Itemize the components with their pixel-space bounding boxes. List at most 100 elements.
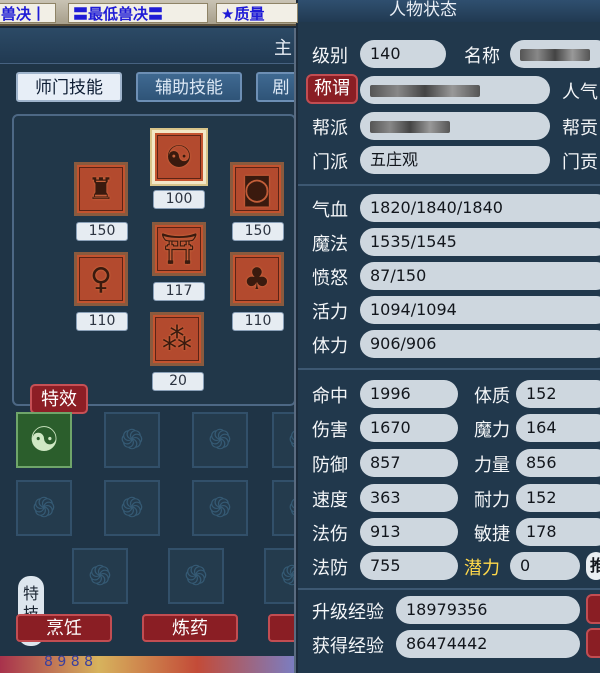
name-value bbox=[510, 40, 600, 68]
banner-item: 〓最低兽决〓 bbox=[68, 3, 208, 23]
magic-defense-label: 法防 bbox=[312, 558, 348, 579]
more-life-skill-button[interactable] bbox=[268, 614, 294, 642]
anger-value: 87/150 bbox=[360, 262, 600, 290]
skills-panel: 主 师门技能 辅助技能 剧 ☯ 100 ♜ 150 ◙ 150 ⛩ 117 ♀ … bbox=[0, 28, 296, 673]
tab-assist-skills-label: 辅助技能 bbox=[155, 78, 223, 98]
bell-icon: ♜ bbox=[87, 171, 115, 207]
yin-yang-square-icon: ◙ bbox=[242, 171, 272, 207]
anger-label: 愤怒 bbox=[312, 268, 348, 289]
alchemy-button[interactable]: 炼药 bbox=[142, 614, 238, 642]
announcement-banner: 兽决丨 〓最低兽决〓 ★质量 bbox=[0, 0, 298, 26]
potential-label: 潜力 bbox=[464, 558, 500, 579]
special-skill-slot[interactable] bbox=[168, 548, 224, 604]
character-status-panel: 人物状态 级别 140 名称 称谓 人气 帮派 帮贡 门派 五庄观 门贡 气血 … bbox=[298, 0, 600, 673]
upgrade-button[interactable] bbox=[586, 594, 600, 624]
skill-slot-active[interactable] bbox=[16, 412, 72, 468]
skill-level: 110 bbox=[76, 312, 128, 331]
section-divider bbox=[298, 588, 600, 590]
endurance-label: 耐力 bbox=[474, 490, 510, 511]
banner-item: 兽决丨 bbox=[0, 3, 56, 23]
school-contribution-label: 门贡 bbox=[562, 152, 598, 173]
constellation-icon: ⁂ bbox=[162, 321, 192, 357]
upgrade-exp-label: 升级经验 bbox=[312, 602, 384, 623]
strength-value: 856 bbox=[516, 449, 600, 477]
title-button[interactable]: 称谓 bbox=[306, 74, 358, 104]
tree-icon: ♣ bbox=[243, 261, 271, 297]
status-panel-header: 人物状态 bbox=[298, 0, 600, 22]
skill-level: 20 bbox=[152, 372, 204, 391]
special-skill-slot[interactable] bbox=[264, 548, 294, 604]
hp-label: 气血 bbox=[312, 200, 348, 221]
strength-label: 力量 bbox=[474, 455, 510, 476]
skill-level: 117 bbox=[153, 282, 205, 301]
skill-level: 110 bbox=[232, 312, 284, 331]
special-effects-button[interactable]: 特效 bbox=[30, 384, 88, 414]
skill-level: 150 bbox=[232, 222, 284, 241]
tab-plot-skills[interactable]: 剧 bbox=[256, 72, 294, 102]
skills-panel-header: 主 bbox=[0, 28, 294, 64]
skill-slot[interactable] bbox=[192, 412, 248, 468]
constitution-value: 152 bbox=[516, 380, 600, 408]
skill-slot[interactable] bbox=[272, 480, 294, 536]
hit-value: 1996 bbox=[360, 380, 458, 408]
hit-label: 命中 bbox=[312, 386, 348, 407]
skill-slot[interactable] bbox=[16, 480, 72, 536]
upgrade-exp-value: 18979356 bbox=[396, 596, 580, 624]
cooking-button[interactable]: 烹饪 bbox=[16, 614, 112, 642]
special-skill-slot[interactable] bbox=[72, 548, 128, 604]
agility-value: 178 bbox=[516, 518, 600, 546]
magic-damage-value: 913 bbox=[360, 518, 458, 546]
assign-points-button[interactable]: 推 bbox=[586, 552, 600, 580]
gained-exp-value: 86474442 bbox=[396, 630, 580, 658]
banner-item: ★质量 bbox=[216, 3, 298, 23]
agility-label: 敏捷 bbox=[474, 524, 510, 545]
constitution-label: 体质 bbox=[474, 386, 510, 407]
skill-slot[interactable] bbox=[272, 412, 294, 468]
skill-icon-top[interactable]: ☯ bbox=[152, 130, 206, 184]
skills-panel-title: 主 bbox=[274, 38, 292, 59]
mp-value: 1535/1545 bbox=[360, 228, 600, 256]
defense-value: 857 bbox=[360, 449, 458, 477]
level-value: 140 bbox=[360, 40, 446, 68]
stamina-value: 906/906 bbox=[360, 330, 600, 358]
bottom-strip-text: 8 9 8 8 bbox=[44, 654, 93, 670]
gate-icon: ⛩ bbox=[159, 231, 199, 267]
tab-assist-skills[interactable]: 辅助技能 bbox=[136, 72, 242, 102]
magic-defense-value: 755 bbox=[360, 552, 458, 580]
name-label: 名称 bbox=[464, 46, 500, 67]
skill-icon-right-2[interactable]: ♣ bbox=[230, 252, 284, 306]
vitality-value: 1094/1094 bbox=[360, 296, 600, 324]
speed-label: 速度 bbox=[312, 490, 348, 511]
exp-action-button[interactable] bbox=[586, 628, 600, 658]
level-label: 级别 bbox=[312, 46, 348, 67]
damage-label: 伤害 bbox=[312, 420, 348, 441]
mp-label: 魔法 bbox=[312, 234, 348, 255]
skill-icon-left-2[interactable]: ♀ bbox=[74, 252, 128, 306]
hp-value: 1820/1840/1840 bbox=[360, 194, 600, 222]
vitality-label: 活力 bbox=[312, 302, 348, 323]
status-panel-title: 人物状态 bbox=[389, 0, 457, 20]
potential-value: 0 bbox=[510, 552, 580, 580]
section-divider bbox=[298, 368, 600, 370]
magic-power-label: 魔力 bbox=[474, 420, 510, 441]
skill-slot[interactable] bbox=[192, 480, 248, 536]
popularity-label: 人气 bbox=[562, 82, 598, 103]
section-divider bbox=[298, 184, 600, 186]
bottom-scene-strip: 8 9 8 8 bbox=[0, 654, 294, 673]
skill-icon-left-1[interactable]: ♜ bbox=[74, 162, 128, 216]
magic-damage-label: 法伤 bbox=[312, 524, 348, 545]
gang-label: 帮派 bbox=[312, 118, 348, 139]
skill-icon-center[interactable]: ⛩ bbox=[152, 222, 206, 276]
school-label: 门派 bbox=[312, 152, 348, 173]
endurance-value: 152 bbox=[516, 484, 600, 512]
skill-icon-bottom[interactable]: ⁂ bbox=[150, 312, 204, 366]
gang-contribution-label: 帮贡 bbox=[562, 118, 598, 139]
magic-power-value: 164 bbox=[516, 414, 600, 442]
skill-icon-right-1[interactable]: ◙ bbox=[230, 162, 284, 216]
speed-value: 363 bbox=[360, 484, 458, 512]
skill-slot[interactable] bbox=[104, 412, 160, 468]
skill-slot[interactable] bbox=[104, 480, 160, 536]
skill-level: 100 bbox=[153, 190, 205, 209]
tab-school-skills[interactable]: 师门技能 bbox=[16, 72, 122, 102]
gang-value bbox=[360, 112, 550, 140]
